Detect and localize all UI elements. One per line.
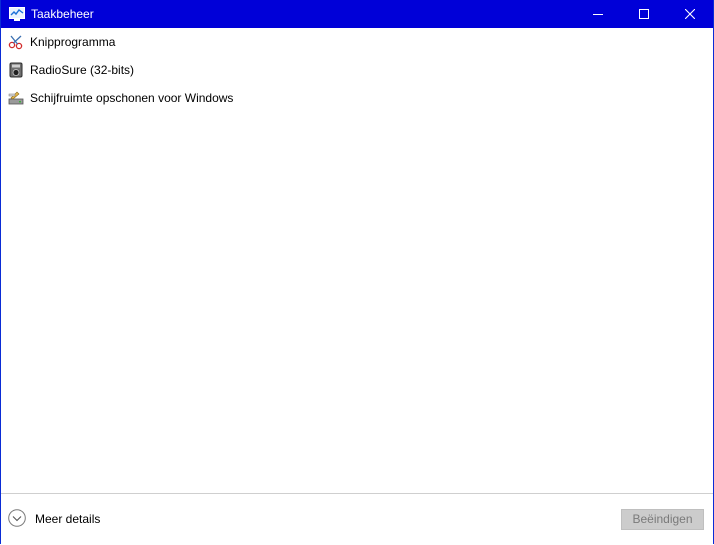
task-manager-icon	[9, 6, 25, 22]
close-icon	[685, 9, 695, 19]
minimize-icon	[593, 9, 603, 19]
task-manager-window: Taakbeheer Knipprogramma RadioSure (32-b…	[0, 0, 714, 544]
task-item-knipprogramma[interactable]: Knipprogramma	[1, 28, 713, 56]
disk-cleanup-icon	[8, 90, 24, 106]
minimize-button[interactable]	[575, 0, 621, 28]
task-label: Schijfruimte opschonen voor Windows	[30, 91, 234, 105]
close-button[interactable]	[667, 0, 713, 28]
task-label: Knipprogramma	[30, 35, 116, 49]
title-bar[interactable]: Taakbeheer	[1, 0, 713, 28]
more-details-label: Meer details	[35, 512, 101, 526]
chevron-down-icon	[8, 509, 26, 527]
more-details-toggle[interactable]: Meer details	[8, 509, 118, 529]
end-task-button[interactable]: Beëindigen	[621, 509, 704, 530]
footer-bar: Meer details Beëindigen	[1, 493, 713, 544]
task-label: RadioSure (32-bits)	[30, 63, 135, 77]
task-item-schijfruimte[interactable]: Schijfruimte opschonen voor Windows	[1, 84, 713, 112]
maximize-icon	[639, 9, 649, 19]
radio-icon	[8, 62, 24, 78]
snipping-tool-icon	[8, 34, 24, 50]
maximize-button[interactable]	[621, 0, 667, 28]
task-list: Knipprogramma RadioSure (32-bits) Schijf…	[1, 28, 713, 493]
task-item-radiosure[interactable]: RadioSure (32-bits)	[1, 56, 713, 84]
window-title: Taakbeheer	[31, 7, 94, 21]
